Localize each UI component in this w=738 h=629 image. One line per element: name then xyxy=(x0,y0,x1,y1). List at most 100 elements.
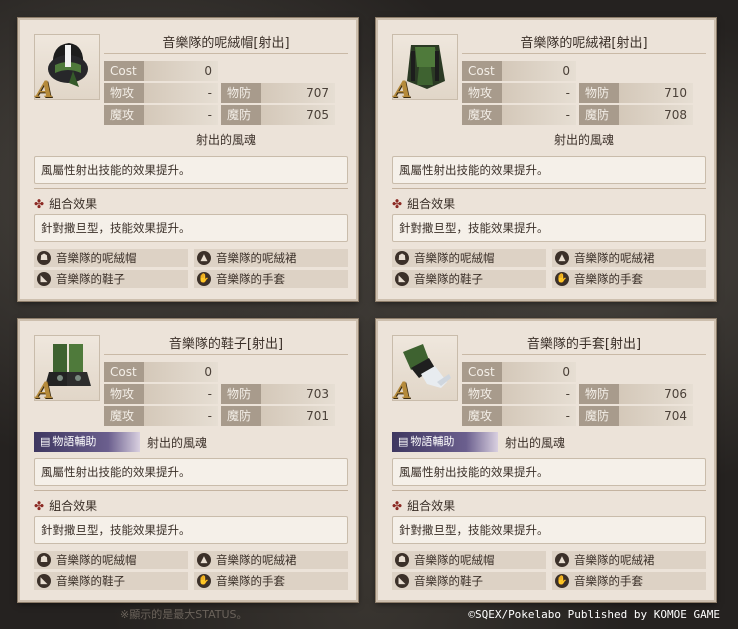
set-piece-skirt[interactable]: ▲ 音樂隊的呢絨裙 xyxy=(552,249,706,267)
set-piece-label: 音樂隊的手套 xyxy=(216,272,285,286)
stat-value: - xyxy=(565,86,570,100)
equipment-card-skirt[interactable]: A 音樂隊的呢絨裙[射出] Cost 0 物攻 - 魔攻 - 物防 710 魔防 708 … xyxy=(376,18,716,301)
stat-physical-attack: 物攻 - xyxy=(462,83,576,103)
stat-label: 魔防 xyxy=(221,105,261,125)
set-piece-label: 音樂隊的呢絨帽 xyxy=(414,251,495,265)
item-title: 音樂隊的呢絨裙[射出] xyxy=(462,32,706,54)
stat-value: - xyxy=(207,86,212,100)
stat-value: - xyxy=(207,409,212,423)
stat-label: Cost xyxy=(104,61,144,81)
combo-header: ✤ 組合效果 xyxy=(34,497,97,514)
shoes-icon: ◣ xyxy=(37,574,51,588)
skirt-icon: ▲ xyxy=(555,251,569,265)
set-piece-shoes[interactable]: ◣ 音樂隊的鞋子 xyxy=(392,270,546,288)
shoes-icon: ◣ xyxy=(37,272,51,286)
rank-badge: A xyxy=(36,378,54,404)
soul-name: 射出的風魂 xyxy=(553,133,614,147)
combo-description: 針對撒旦型，技能效果提升。 xyxy=(34,516,348,544)
cross-emblem-icon: ✤ xyxy=(34,499,45,513)
stat-label: Cost xyxy=(462,61,502,81)
stat-magic-attack: 魔攻 - xyxy=(462,406,576,426)
stat-value: 710 xyxy=(664,86,687,100)
gloves-icon: ✋ xyxy=(555,272,569,286)
equipment-card-hat[interactable]: A 音樂隊的呢絨帽[射出] Cost 0 物攻 - 魔攻 - 物防 707 魔防 705 … xyxy=(18,18,358,301)
set-piece-skirt[interactable]: ▲ 音樂隊的呢絨裙 xyxy=(194,551,348,569)
stat-physical-defense: 物防 706 xyxy=(579,384,693,404)
stat-value: 706 xyxy=(664,387,687,401)
stat-label: 物攻 xyxy=(462,83,502,103)
stat-value: 703 xyxy=(306,387,329,401)
set-piece-hat[interactable]: ☗ 音樂隊的呢絨帽 xyxy=(392,249,546,267)
stat-value: - xyxy=(565,108,570,122)
divider xyxy=(392,188,706,189)
stat-value: 0 xyxy=(562,64,570,78)
item-thumbnail: A xyxy=(34,335,100,404)
stat-cost: Cost 0 xyxy=(462,61,576,81)
stat-value: 701 xyxy=(306,409,329,423)
divider xyxy=(34,490,348,491)
stat-physical-defense: 物防 703 xyxy=(221,384,335,404)
divider xyxy=(34,188,348,189)
set-piece-label: 音樂隊的呢絨帽 xyxy=(56,251,137,265)
stat-magic-attack: 魔攻 - xyxy=(462,105,576,125)
set-piece-shoes[interactable]: ◣ 音樂隊的鞋子 xyxy=(34,270,188,288)
set-piece-label: 音樂隊的手套 xyxy=(574,574,643,588)
set-piece-gloves[interactable]: ✋ 音樂隊的手套 xyxy=(552,270,706,288)
set-piece-label: 音樂隊的鞋子 xyxy=(414,574,483,588)
set-piece-label: 音樂隊的呢絨帽 xyxy=(414,553,495,567)
gloves-icon: ✋ xyxy=(197,272,211,286)
stat-cost: Cost 0 xyxy=(104,362,218,382)
stat-label: 魔攻 xyxy=(462,406,502,426)
skirt-icon: ▲ xyxy=(197,553,211,567)
set-piece-hat[interactable]: ☗ 音樂隊的呢絨帽 xyxy=(34,249,188,267)
stat-value: 708 xyxy=(664,108,687,122)
item-title: 音樂隊的呢絨帽[射出] xyxy=(104,32,348,54)
stat-value: - xyxy=(207,387,212,401)
stat-label: 魔防 xyxy=(579,406,619,426)
stat-label: 魔攻 xyxy=(104,105,144,125)
set-piece-hat[interactable]: ☗ 音樂隊的呢絨帽 xyxy=(392,551,546,569)
combo-title: 組合效果 xyxy=(49,197,98,211)
rank-badge: A xyxy=(394,378,412,404)
combo-description: 針對撒旦型，技能效果提升。 xyxy=(392,214,706,242)
item-thumbnail: A xyxy=(392,335,458,404)
shoes-icon: ◣ xyxy=(395,574,409,588)
stat-label: 魔攻 xyxy=(462,105,502,125)
combo-header: ✤ 組合效果 xyxy=(34,195,97,212)
stat-label: 魔防 xyxy=(221,406,261,426)
stat-value: 0 xyxy=(204,64,212,78)
stat-physical-defense: 物防 710 xyxy=(579,83,693,103)
set-piece-shoes[interactable]: ◣ 音樂隊的鞋子 xyxy=(392,572,546,590)
set-piece-hat[interactable]: ☗ 音樂隊的呢絨帽 xyxy=(34,551,188,569)
set-piece-gloves[interactable]: ✋ 音樂隊的手套 xyxy=(194,572,348,590)
set-piece-gloves[interactable]: ✋ 音樂隊的手套 xyxy=(552,572,706,590)
stat-label: 物防 xyxy=(579,384,619,404)
stat-physical-attack: 物攻 - xyxy=(104,83,218,103)
stat-label: Cost xyxy=(462,362,502,382)
set-piece-skirt[interactable]: ▲ 音樂隊的呢絨裙 xyxy=(552,551,706,569)
stat-value: - xyxy=(565,409,570,423)
set-piece-label: 音樂隊的呢絨裙 xyxy=(216,251,297,265)
set-piece-gloves[interactable]: ✋ 音樂隊的手套 xyxy=(194,270,348,288)
set-piece-label: 音樂隊的呢絨裙 xyxy=(216,553,297,567)
copyright-text: ©SQEX/Pokelabo Published by KOMOE GAME xyxy=(468,608,720,621)
hat-icon: ☗ xyxy=(395,553,409,567)
item-thumbnail: A xyxy=(34,34,100,103)
story-support-tag: ▤ 物語輔助 xyxy=(34,432,140,452)
stat-physical-attack: 物攻 - xyxy=(462,384,576,404)
stat-label: 物防 xyxy=(221,384,261,404)
combo-description: 針對撒旦型，技能效果提升。 xyxy=(392,516,706,544)
stat-magic-defense: 魔防 705 xyxy=(221,105,335,125)
equipment-card-shoes[interactable]: A 音樂隊的鞋子[射出] Cost 0 物攻 - 魔攻 - 物防 703 魔防 701 ▤… xyxy=(18,319,358,602)
footer-note: ※顯示的是最大STATUS。 xyxy=(120,608,248,621)
set-piece-skirt[interactable]: ▲ 音樂隊的呢絨裙 xyxy=(194,249,348,267)
stat-label: Cost xyxy=(104,362,144,382)
soul-description: 風屬性射出技能的效果提升。 xyxy=(34,458,348,486)
equipment-card-gloves[interactable]: A 音樂隊的手套[射出] Cost 0 物攻 - 魔攻 - 物防 706 魔防 704 ▤… xyxy=(376,319,716,602)
item-title: 音樂隊的手套[射出] xyxy=(462,333,706,355)
set-piece-shoes[interactable]: ◣ 音樂隊的鞋子 xyxy=(34,572,188,590)
story-support-tag: ▤ 物語輔助 xyxy=(392,432,498,452)
stat-value: 0 xyxy=(204,365,212,379)
set-piece-label: 音樂隊的鞋子 xyxy=(56,272,125,286)
stat-magic-defense: 魔防 704 xyxy=(579,406,693,426)
